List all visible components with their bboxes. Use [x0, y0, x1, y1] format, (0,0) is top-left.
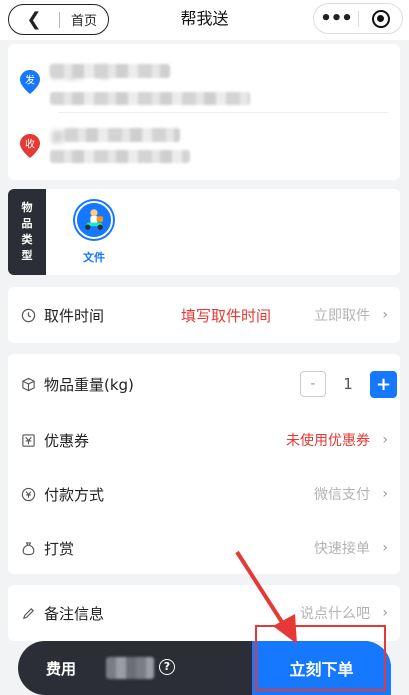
order-options-card: 物品重量(kg) - 1 + 优惠券 未使用优惠券 › 付款方式 微信支付 › …	[8, 354, 400, 574]
weight-row: 物品重量(kg) - 1 +	[8, 356, 400, 412]
chevron-right-icon: ›	[382, 486, 388, 502]
goods-type-card: 物 品 类 型 文件	[8, 189, 400, 275]
pen-icon	[20, 605, 36, 621]
coupon-row[interactable]: 优惠券 未使用优惠券 ›	[8, 412, 400, 468]
pickup-time-card: 取件时间 填写取件时间 立即取件 ›	[8, 287, 400, 343]
receiver-contact-redacted	[50, 150, 190, 163]
payment-row[interactable]: 付款方式 微信支付 ›	[8, 466, 400, 522]
coupon-value: 未使用优惠券	[286, 433, 370, 449]
fee-help-icon[interactable]: ?	[159, 659, 175, 675]
more-dots-icon: •••	[320, 8, 353, 29]
cube-icon	[20, 376, 36, 392]
courier-scooter-icon	[75, 201, 113, 239]
target-icon	[371, 9, 390, 28]
pickup-time-row[interactable]: 取件时间 填写取件时间 立即取件 ›	[8, 287, 400, 343]
sender-address-redacted	[50, 64, 170, 78]
more-menu-button[interactable]: •••	[314, 8, 358, 29]
annotation-fill-pickup-time: 填写取件时间	[181, 306, 272, 325]
payment-value: 微信支付	[314, 487, 370, 503]
weight-increase-button[interactable]: +	[370, 370, 397, 398]
back-button[interactable]: ❮	[9, 5, 59, 34]
pickup-time-value: 立即取件	[314, 308, 370, 324]
address-divider	[58, 112, 388, 113]
chevron-right-icon: ›	[382, 540, 388, 556]
sender-contact-redacted	[50, 92, 250, 105]
goods-option-document[interactable]: 文件	[70, 201, 118, 265]
pickup-time-label: 取件时间	[44, 306, 105, 325]
home-button[interactable]: 首页	[60, 10, 108, 29]
coupon-icon	[20, 432, 36, 448]
receive-badge: 收	[25, 138, 35, 151]
receiver-address-text: 谢	[50, 128, 66, 146]
chevron-right-icon: ›	[382, 432, 388, 448]
clock-icon	[20, 307, 36, 323]
send-pin-icon: 发	[20, 70, 40, 94]
close-miniprogram-button[interactable]	[359, 9, 402, 28]
receiver-address-row[interactable]: 收 谢	[8, 116, 400, 180]
tip-value: 快速接单	[314, 541, 370, 557]
annotation-highlight-box	[255, 625, 386, 691]
weight-label: 物品重量(kg)	[44, 375, 134, 394]
remark-label: 备注信息	[44, 604, 105, 623]
receive-pin-icon: 收	[20, 134, 40, 158]
coupon-label: 优惠券	[44, 431, 90, 450]
goods-option-label: 文件	[83, 251, 105, 264]
weight-value: 1	[343, 375, 353, 393]
goods-type-tag: 物 品 类 型	[8, 189, 46, 275]
chevron-right-icon: ›	[382, 605, 388, 621]
fee-amount-redacted	[106, 657, 154, 679]
tip-row[interactable]: 打赏 快速接单 ›	[8, 520, 400, 576]
miniprogram-capsule: •••	[313, 3, 403, 34]
send-badge: 发	[25, 74, 35, 87]
sender-address-row[interactable]: 发 铁尘广场	[8, 48, 400, 112]
fee-label: 费用	[46, 660, 77, 678]
receiver-address-redacted	[64, 128, 180, 142]
nav-capsule: ❮ 首页	[8, 4, 109, 35]
back-chevron-icon: ❮	[26, 9, 42, 30]
payment-label: 付款方式	[44, 485, 105, 504]
payment-icon	[20, 486, 36, 502]
chevron-right-icon: ›	[382, 307, 388, 323]
top-navigation-bar: ❮ 首页 帮我送 •••	[0, 0, 409, 40]
address-card: 发 铁尘广场 收 谢	[8, 44, 400, 180]
tip-label: 打赏	[44, 539, 75, 558]
weight-decrease-button[interactable]: -	[300, 371, 326, 397]
money-bag-icon	[20, 540, 36, 556]
